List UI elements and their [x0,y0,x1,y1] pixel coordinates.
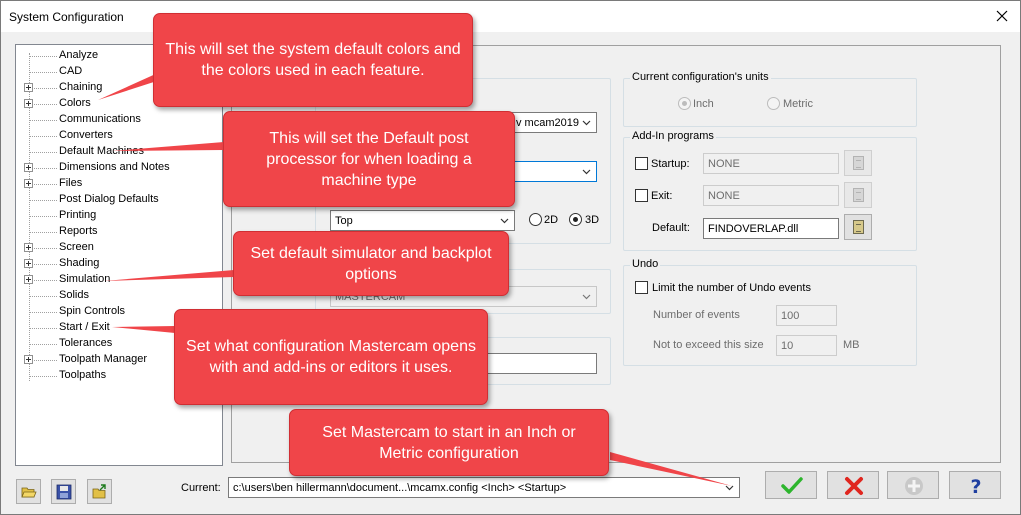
callout-colors: This will set the system default colors … [153,13,473,107]
callout-units: Set Mastercam to start in an Inch or Met… [289,409,609,476]
callout-start-exit: Set what configuration Mastercam opens w… [174,309,488,405]
callout-default-machines: This will set the Default post processor… [223,111,515,207]
callout-simulation: Set default simulator and backplot optio… [233,231,509,296]
